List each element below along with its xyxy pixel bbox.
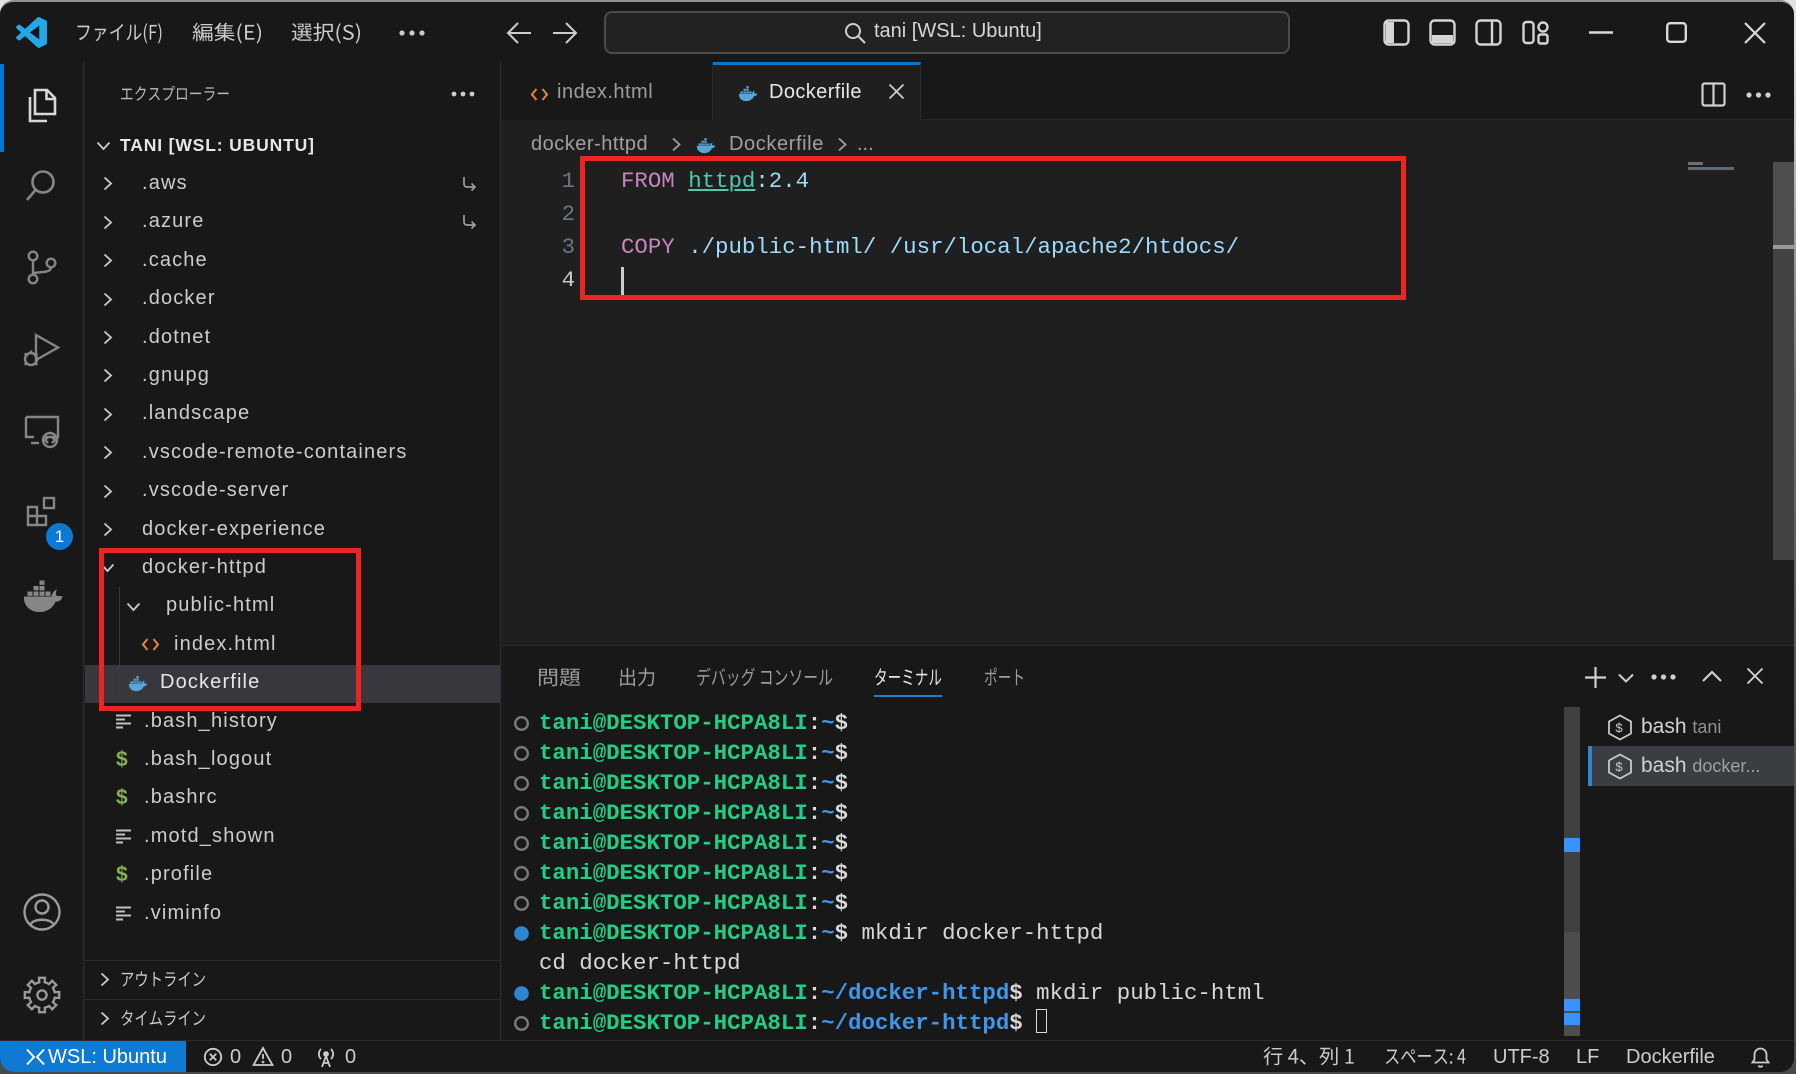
svg-text:$: $ (1615, 760, 1623, 775)
svg-text:$: $ (1615, 721, 1623, 736)
